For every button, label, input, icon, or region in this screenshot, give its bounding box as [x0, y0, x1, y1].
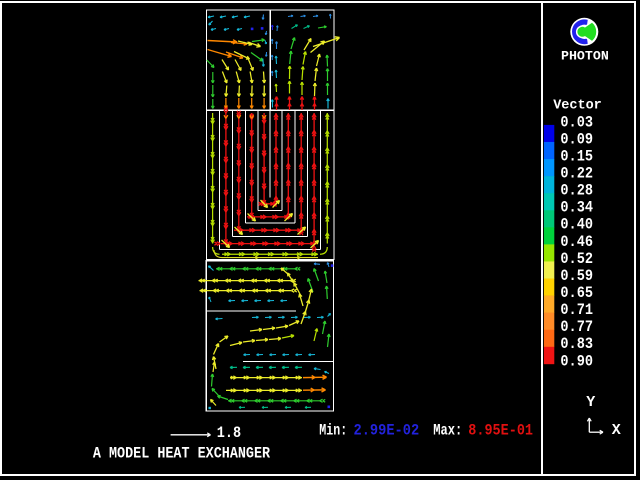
- svg-text:0.52: 0.52: [560, 250, 593, 268]
- svg-text:0.22: 0.22: [560, 165, 593, 183]
- svg-text:0.46: 0.46: [560, 233, 593, 251]
- svg-text:0.77: 0.77: [560, 318, 593, 336]
- svg-text:0.03: 0.03: [560, 113, 593, 131]
- svg-text:0.83: 0.83: [560, 335, 593, 353]
- svg-text:0.90: 0.90: [560, 352, 593, 370]
- svg-text:0.65: 0.65: [560, 284, 593, 302]
- svg-text:Y: Y: [586, 394, 595, 411]
- svg-text:A MODEL HEAT EXCHANGER: A MODEL HEAT EXCHANGER: [93, 444, 271, 462]
- svg-text:0.09: 0.09: [560, 130, 593, 148]
- svg-text:Min:: Min:: [319, 421, 347, 439]
- svg-text:Vector: Vector: [553, 98, 602, 114]
- svg-text:2.99E-02: 2.99E-02: [354, 421, 420, 439]
- svg-text:X: X: [612, 422, 621, 439]
- svg-text:0.28: 0.28: [560, 182, 593, 200]
- svg-text:0.59: 0.59: [560, 267, 593, 285]
- svg-text:0.15: 0.15: [560, 147, 593, 165]
- svg-text:8.95E-01: 8.95E-01: [468, 421, 533, 439]
- svg-text:PHOTON: PHOTON: [561, 48, 609, 63]
- svg-text:1.8: 1.8: [217, 424, 241, 442]
- svg-text:0.34: 0.34: [560, 199, 593, 217]
- svg-text:Max:: Max:: [433, 421, 462, 439]
- svg-text:0.71: 0.71: [560, 301, 593, 319]
- svg-text:0.40: 0.40: [560, 216, 593, 234]
